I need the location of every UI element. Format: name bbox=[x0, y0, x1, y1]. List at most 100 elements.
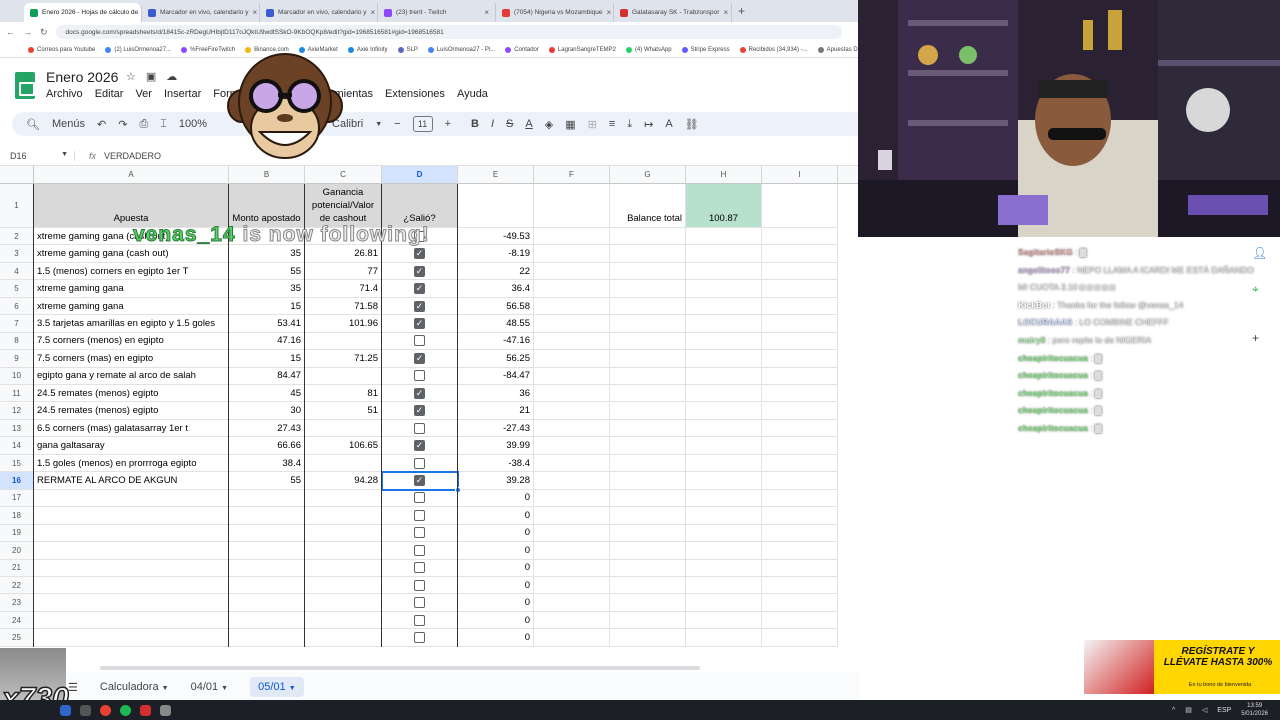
bet-description-cell[interactable]: 24.5 remates (menos) egipto bbox=[34, 402, 229, 420]
profit-cell[interactable]: -38.4 bbox=[458, 454, 534, 473]
amount-cell[interactable] bbox=[229, 559, 305, 577]
result-checkbox-cell[interactable]: ✓ bbox=[382, 297, 458, 316]
cell[interactable] bbox=[686, 454, 762, 473]
cell[interactable] bbox=[686, 367, 762, 386]
row-header[interactable]: 4 bbox=[0, 262, 34, 281]
profit-cell[interactable]: -84.47 bbox=[458, 367, 534, 386]
row-header[interactable]: 11 bbox=[0, 385, 34, 403]
row-header[interactable]: 8 bbox=[0, 332, 34, 351]
select-all-corner[interactable] bbox=[0, 166, 34, 184]
row-header[interactable]: 10 bbox=[0, 367, 34, 386]
decrease-font-icon[interactable]: − bbox=[394, 118, 400, 130]
amount-cell[interactable]: 53.41 bbox=[229, 315, 305, 333]
potential-cell[interactable]: 94.28 bbox=[305, 472, 382, 490]
start-icon[interactable] bbox=[60, 704, 71, 716]
row-header[interactable]: 9 bbox=[0, 350, 34, 368]
profit-cell[interactable]: 0 bbox=[458, 629, 534, 647]
row-header[interactable]: 23 bbox=[0, 594, 34, 612]
move-folder-icon[interactable]: ▣ bbox=[146, 70, 156, 83]
cell[interactable] bbox=[534, 367, 610, 386]
result-checkbox-cell[interactable] bbox=[382, 524, 458, 543]
row-header[interactable]: 13 bbox=[0, 419, 34, 438]
cell[interactable] bbox=[686, 280, 762, 298]
cell[interactable] bbox=[762, 559, 838, 577]
cell[interactable] bbox=[762, 594, 838, 612]
checkbox-checked[interactable]: ✓ bbox=[414, 248, 425, 260]
cell[interactable] bbox=[762, 524, 838, 543]
task-view-icon[interactable] bbox=[80, 704, 91, 716]
checkbox-unchecked[interactable] bbox=[414, 562, 425, 574]
checkbox-checked[interactable]: ✓ bbox=[414, 300, 425, 312]
amount-cell[interactable]: 55 bbox=[229, 262, 305, 281]
browser-tab[interactable]: (7054) Nigeria vs Mozambique × bbox=[496, 3, 614, 22]
spotify-icon[interactable] bbox=[120, 704, 131, 716]
network-icon[interactable]: ▤ bbox=[1185, 706, 1192, 714]
cell[interactable] bbox=[762, 385, 838, 403]
profit-cell[interactable]: -27.43 bbox=[458, 419, 534, 438]
bold-icon[interactable]: B bbox=[471, 118, 479, 130]
cell[interactable] bbox=[762, 228, 838, 246]
cell[interactable] bbox=[762, 332, 838, 351]
profit-cell[interactable]: 39.28 bbox=[458, 472, 534, 490]
cell[interactable] bbox=[610, 437, 686, 455]
row-header[interactable]: 2 bbox=[0, 228, 34, 246]
bet-description-cell[interactable]: 1.5 (menos) corners en egipto 1er T bbox=[34, 262, 229, 281]
bet-description-cell[interactable]: xtreme gaming gana bbox=[34, 280, 229, 298]
forward-icon[interactable]: → bbox=[23, 27, 32, 37]
cell[interactable] bbox=[610, 402, 686, 420]
paint-format-icon[interactable]: ⌶ bbox=[160, 118, 167, 131]
cell[interactable] bbox=[458, 184, 534, 228]
potential-cell[interactable] bbox=[305, 454, 382, 473]
cell[interactable] bbox=[534, 542, 610, 560]
cell[interactable] bbox=[762, 542, 838, 560]
cell[interactable] bbox=[762, 472, 838, 490]
cell[interactable] bbox=[686, 419, 762, 438]
cell[interactable] bbox=[610, 385, 686, 403]
potential-cell[interactable] bbox=[305, 629, 382, 647]
maps-icon[interactable]: ⌖ bbox=[1252, 282, 1266, 297]
cell[interactable] bbox=[610, 629, 686, 647]
bet-description-cell[interactable]: gana galtasaray bbox=[34, 437, 229, 455]
bet-description-cell[interactable]: 6.5 corners (mas) galatasarray 1er t bbox=[34, 419, 229, 438]
result-checkbox-cell[interactable]: ✓ bbox=[382, 350, 458, 368]
cell[interactable] bbox=[686, 594, 762, 612]
cell[interactable] bbox=[762, 280, 838, 298]
bookmark-item[interactable]: (2) LuisOrmenoa27... bbox=[105, 46, 171, 53]
potential-cell[interactable]: 101.96 bbox=[305, 315, 382, 333]
result-checkbox-cell[interactable] bbox=[382, 629, 458, 647]
cell[interactable] bbox=[686, 489, 762, 508]
bookmark-item[interactable]: Stripe Express bbox=[681, 46, 730, 53]
cell[interactable] bbox=[762, 262, 838, 281]
potential-cell[interactable]: 81 bbox=[305, 385, 382, 403]
horizontal-scrollbar[interactable] bbox=[100, 666, 700, 670]
result-checkbox-cell[interactable] bbox=[382, 489, 458, 508]
result-checkbox-cell[interactable] bbox=[382, 454, 458, 473]
bookmark-item[interactable]: (4) WhatsApp bbox=[625, 46, 672, 53]
checkbox-checked[interactable]: ✓ bbox=[414, 352, 425, 364]
potential-cell[interactable]: 71.4 bbox=[305, 280, 382, 298]
result-checkbox-cell[interactable] bbox=[382, 559, 458, 577]
cell[interactable] bbox=[686, 315, 762, 333]
row-header[interactable]: 20 bbox=[0, 542, 34, 560]
profit-cell[interactable]: 0 bbox=[458, 489, 534, 508]
rotate-icon[interactable]: A bbox=[665, 118, 672, 130]
cell[interactable] bbox=[686, 524, 762, 543]
cell[interactable] bbox=[534, 280, 610, 298]
checkbox-unchecked[interactable] bbox=[414, 509, 425, 521]
chat-username[interactable]: cheapiritocuacua bbox=[1018, 405, 1088, 415]
volume-icon[interactable]: ◁ bbox=[1202, 706, 1207, 714]
browser-tab[interactable]: Marcador en vivo, calendario y × bbox=[260, 3, 378, 22]
potential-cell[interactable] bbox=[305, 507, 382, 525]
potential-cell[interactable] bbox=[305, 489, 382, 508]
row-header[interactable]: 14 bbox=[0, 437, 34, 455]
bet-description-cell[interactable]: 7.5 corners (menos) en egipto bbox=[34, 332, 229, 351]
row-header[interactable]: 5 bbox=[0, 280, 34, 298]
checkbox-unchecked[interactable] bbox=[414, 492, 425, 504]
cell[interactable] bbox=[686, 507, 762, 525]
cell[interactable] bbox=[610, 419, 686, 438]
sheet-tab[interactable]: 05/01 ▼ bbox=[250, 677, 304, 697]
cell[interactable] bbox=[610, 262, 686, 281]
amount-cell[interactable]: 35 bbox=[229, 245, 305, 263]
result-checkbox-cell[interactable]: ✓ bbox=[382, 437, 458, 455]
row-header[interactable]: 3 bbox=[0, 245, 34, 263]
